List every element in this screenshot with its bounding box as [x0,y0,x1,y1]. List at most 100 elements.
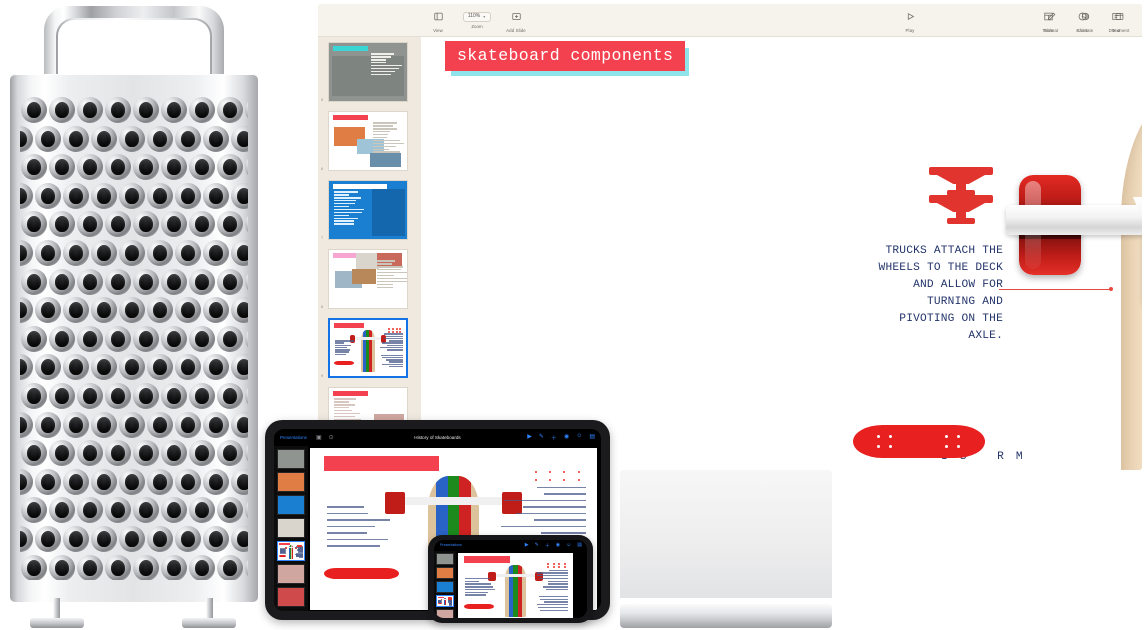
mini-bearing [558,566,560,568]
document-button[interactable]: Document [1102,7,1136,32]
thumb-text-line [373,146,396,147]
mini-deck [361,330,375,373]
ipad-insert-icon[interactable]: ＋ [551,433,557,442]
thumb-text-line [373,151,400,152]
slide-thumbnail-image [328,42,408,102]
mac-pro-grille-hole [216,554,244,581]
ipad-slide-thumbnail[interactable] [277,587,305,607]
animate-icon [1081,9,1090,25]
mini-bearing [535,471,537,473]
iphone-collaborate-icon[interactable]: ☺ [566,542,571,549]
iphone-back-button[interactable]: Presentations [440,543,462,547]
mini-red-deck [438,603,442,604]
iphone-play-icon[interactable]: ▶ [525,542,529,549]
mac-pro-grille-hole [76,325,104,354]
ipad-media-icon[interactable]: ◉ [564,433,569,442]
thumb-text-line [377,272,408,273]
ipad-slide-thumbnail[interactable] [277,564,305,584]
thumb-text-line [377,278,406,279]
ipad-more-menu-icon[interactable]: ▤ [589,433,595,442]
slide-thumbnail-skateboard-components[interactable]: 9 [328,318,413,378]
ipad-format-icon[interactable]: ✎ [539,433,544,442]
iphone-slide-thumbnail[interactable] [436,595,454,607]
iphone-more-icon[interactable]: ▤ [577,542,582,549]
slide-number: 6 [321,166,323,171]
iphone-slide-canvas[interactable] [458,553,573,618]
mac-pro-grille-row [20,353,248,382]
slide-thumbnail-skate-parks[interactable]: 5 [328,42,413,102]
iphone-slide-navigator[interactable] [434,551,456,618]
mac-pro-grille-hole [90,239,118,268]
mini-bearing [535,479,537,481]
mini-text-line [465,581,479,582]
mac-pro-grille-hole [90,125,118,154]
thumb-text-line [334,401,349,402]
ipad-slide-thumbnail[interactable] [277,472,305,492]
mac-pro-grille-hole [146,411,174,440]
iphone-slide-thumbnail[interactable] [436,553,454,565]
slide-thumbnail-photo-collage[interactable]: 6 [328,111,413,171]
mac-pro-grille-row [20,125,248,154]
mac-pro-grille-hole [160,96,188,125]
ipad-slide-thumbnail[interactable] [277,495,305,515]
ipad-slide-thumbnail[interactable] [277,541,305,561]
mac-pro-grille-hole [34,296,62,325]
ipad-slide-navigator[interactable] [274,446,308,611]
mac-pro-grille-hole [174,468,202,497]
ipad-slide-thumbnail[interactable] [277,449,305,469]
format-button[interactable]: Format [1034,7,1068,32]
mini-bearing [388,328,390,330]
mac-pro-grille-hole [216,210,244,239]
mini-text-line [504,500,586,501]
slide-thumbnail-blue-trick-list[interactable]: 7 [328,180,413,240]
ipad-play-icon[interactable]: ▶ [527,433,532,442]
mac-pro-grille-row [20,239,248,268]
ipad-right-icons[interactable]: ▶ ✎ ＋ ◉ ☺ ▤ [527,433,595,442]
slide-navigator[interactable]: 567891011 [318,37,421,470]
animate-label: Animate [1077,28,1094,33]
zoom-control[interactable]: 110% ▾ Zoom [455,11,499,29]
slide-title: skateboard components [445,41,685,71]
view-button[interactable]: View [421,7,455,32]
thumb-text-line [377,284,392,285]
iphone-right-icons[interactable]: ▶ ✎ ＋ ◉ ☺ ▤ [525,542,582,549]
mac-pro-grille-hole [230,411,248,440]
iphone-format-icon[interactable]: ✎ [535,542,539,549]
callout-trucks: TRUCKS ATTACH THE WHEELS TO THE DECK AND… [867,243,1003,345]
zoom-value-pill[interactable]: 110% ▾ [463,12,491,22]
mini-text-line [540,599,569,600]
ipad-collaborate-icon[interactable]: ☺ [576,433,582,442]
mini-text-line [543,586,568,587]
mac-pro-grille-hole [20,296,34,325]
mac-pro-grille-hole [20,210,48,239]
thumb-text-line [373,134,388,135]
iphone-insert-icon[interactable]: ＋ [545,542,550,549]
slide-canvas[interactable]: skateboard components TRUCKS ATTACH THE … [421,37,1142,470]
mini-bearing [399,328,401,330]
mac-pro-grille-hole [244,554,248,581]
slide-thumbnail-gear-collage[interactable]: 8 [328,249,413,309]
animate-button[interactable]: Animate [1068,7,1102,32]
mini-title-bar [279,543,289,545]
iphone-slide-thumbnail[interactable] [436,581,454,593]
mac-pro-grille-hole [118,353,146,382]
mini-text-line [386,359,403,360]
iphone-slide-thumbnail[interactable] [436,609,454,618]
thumb-title-bar [333,46,368,51]
leader-line-trucks [999,289,1111,290]
mini-text-line [465,589,495,590]
mini-text-line [299,557,303,558]
mac-pro-grille-hole [76,153,104,182]
document-icon [1115,9,1124,25]
ipad-slide-thumbnail[interactable] [277,518,305,538]
thumb-photo [332,56,404,97]
iphone-slide-thumbnail[interactable] [436,567,454,579]
play-button[interactable]: Play [893,7,927,32]
slide-title-block[interactable]: skateboard components [445,41,685,71]
mac-pro-grille-hole [20,182,34,211]
mini-bearing [392,331,394,333]
add-slide-button[interactable]: Add Slide [499,7,533,32]
iphone-media-icon[interactable]: ◉ [556,542,560,549]
mac-pro-grille-hole [160,554,188,581]
mac-pro-grille-hole [48,96,76,125]
